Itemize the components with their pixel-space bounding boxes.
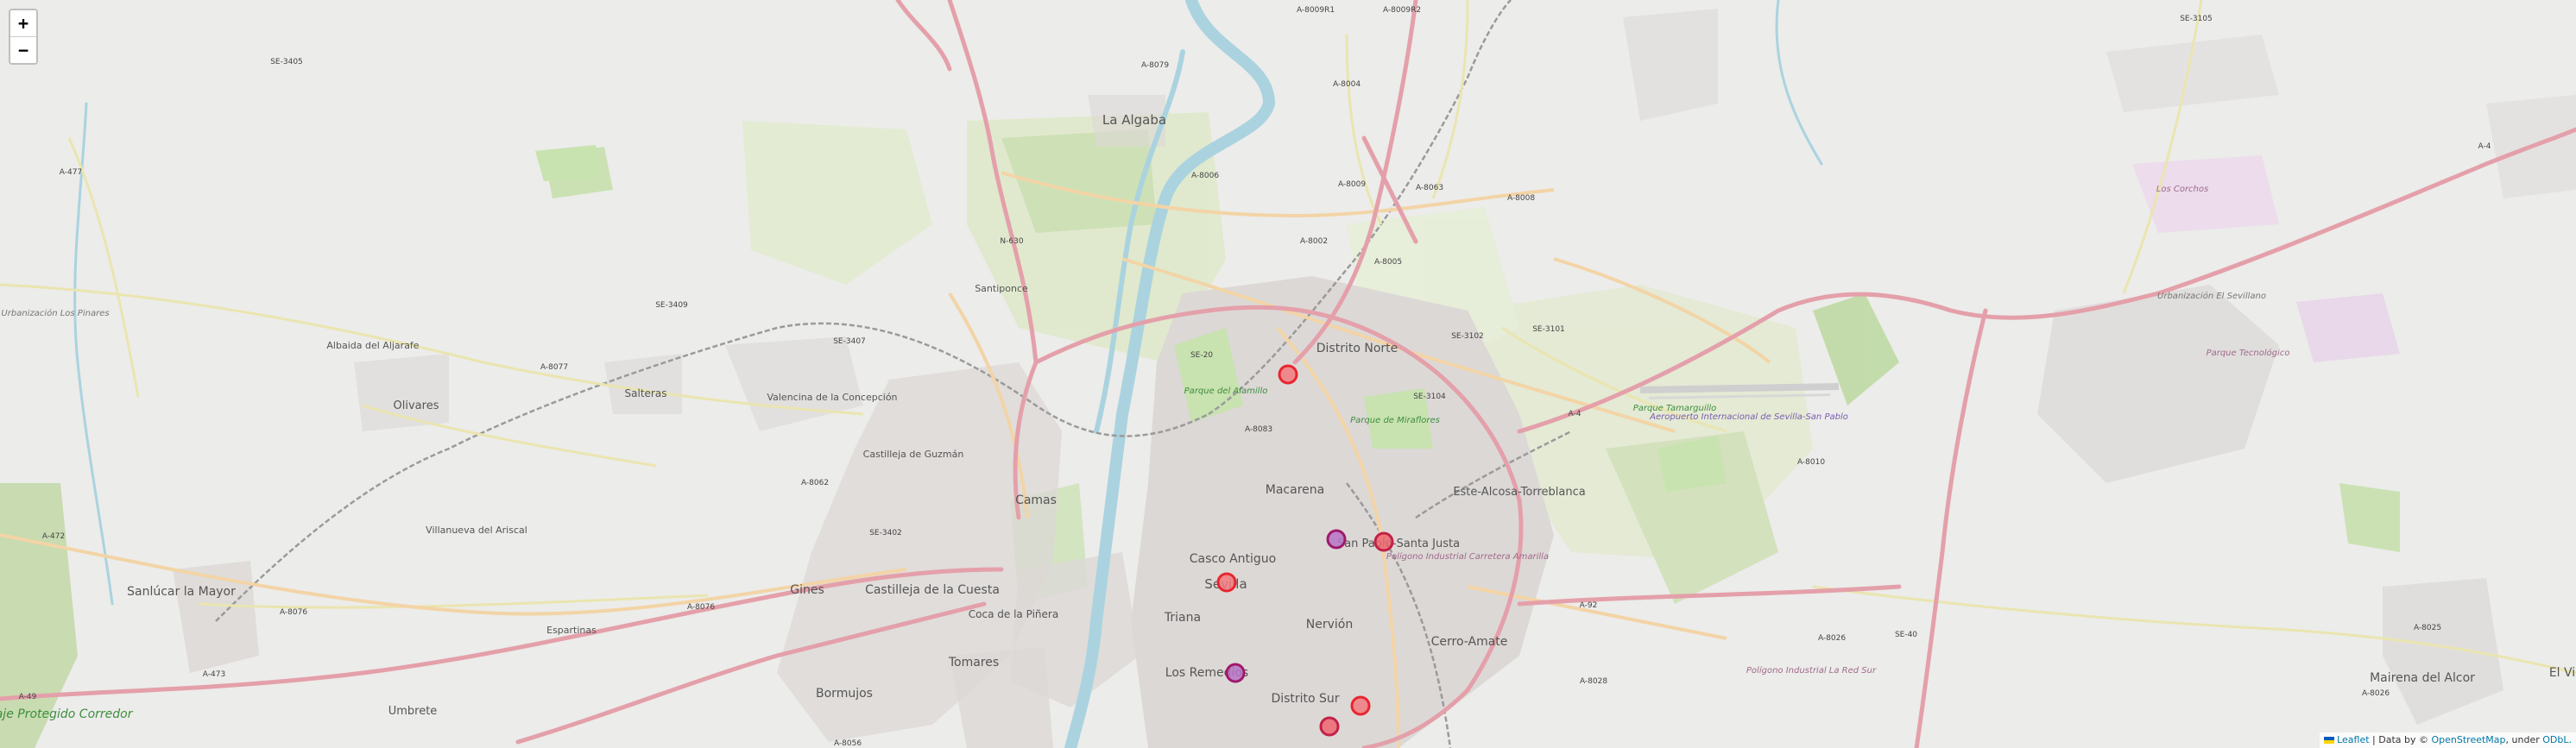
road-label-a49: A-49 xyxy=(19,693,37,701)
place-label-poligono-la-red: Polígono Industrial La Red Sur xyxy=(1746,665,1877,676)
zoom-out-button[interactable]: − xyxy=(10,36,36,63)
road-label-a8063: A-8063 xyxy=(1416,184,1443,192)
place-label-castilleja-cuesta: Castilleja de la Cuesta xyxy=(865,583,1000,597)
map-marker[interactable] xyxy=(1216,572,1237,593)
place-label-camas: Camas xyxy=(1015,493,1057,507)
road-label-a8005: A-8005 xyxy=(1374,258,1402,267)
road-label-a8008: A-8008 xyxy=(1507,194,1535,203)
map-attribution: Leaflet | Data by © OpenStreetMap, under… xyxy=(2320,732,2576,748)
road-label-a8062: A-8062 xyxy=(801,479,829,487)
place-label-nervion: Nervión xyxy=(1306,618,1353,632)
road-label-se3405: SE-3405 xyxy=(270,58,303,66)
road-label-se3407: SE-3407 xyxy=(833,337,866,346)
road-label-a8028: A-8028 xyxy=(1580,677,1607,686)
road-label-a472: A-472 xyxy=(42,532,65,541)
map-marker[interactable] xyxy=(1326,529,1347,550)
road-label-a8083: A-8083 xyxy=(1245,425,1272,434)
place-label-este-alcosa: Este-Alcosa-Torreblanca xyxy=(1453,486,1585,499)
place-label-paisaje: Paisaje Protegido Corredor xyxy=(0,707,134,721)
road-label-a8026: A-8026 xyxy=(1818,634,1846,643)
place-label-salteras: Salteras xyxy=(625,387,667,399)
place-label-gines: Gines xyxy=(790,583,824,597)
attribution-under: , under xyxy=(2505,734,2543,745)
place-label-triana: Triana xyxy=(1164,611,1201,625)
road-label-se3102: SE-3102 xyxy=(1451,332,1484,341)
map-marker[interactable] xyxy=(1319,716,1340,737)
road-label-se3105: SE-3105 xyxy=(2180,15,2213,23)
place-label-umbrete: Umbrete xyxy=(388,705,438,718)
place-label-espartinas: Espartinas xyxy=(546,625,597,636)
leaflet-link[interactable]: Leaflet xyxy=(2337,734,2369,745)
road-label-a8004: A-8004 xyxy=(1333,80,1361,89)
road-label-a8079: A-8079 xyxy=(1141,61,1169,70)
zoom-in-button[interactable]: + xyxy=(10,10,36,36)
attribution-separator: | Data by © xyxy=(2369,734,2432,745)
road-label-a8002: A-8002 xyxy=(1300,237,1328,246)
road-label-se3402: SE-3402 xyxy=(869,529,902,537)
road-label-n630: N-630 xyxy=(1000,237,1023,246)
road-label-a8010: A-8010 xyxy=(1797,458,1825,467)
place-label-poligono-carretera: Polígono Industrial Carretera Amarilla xyxy=(1386,551,1549,562)
road-label-a8009r1: A-8009R1 xyxy=(1297,6,1335,15)
road-label-a4b: A-4 xyxy=(2478,142,2491,151)
place-label-aeropuerto: Aeropuerto Internacional de Sevilla-San … xyxy=(1649,412,1848,422)
road-label-a92: A-92 xyxy=(1580,601,1598,610)
place-label-macarena: Macarena xyxy=(1266,483,1324,497)
place-label-castilleja-guzman: Castilleja de Guzmán xyxy=(863,449,964,460)
road-label-se20: SE-20 xyxy=(1190,351,1213,360)
place-label-santiponce: Santiponce xyxy=(975,283,1028,294)
road-label-se3101: SE-3101 xyxy=(1532,325,1565,334)
road-label-se3409: SE-3409 xyxy=(655,301,688,310)
map-marker[interactable] xyxy=(1225,663,1246,683)
map-marker[interactable] xyxy=(1373,531,1394,552)
place-label-tomares: Tomares xyxy=(948,656,999,669)
road-label-a8026b: A-8026 xyxy=(2362,689,2390,698)
place-label-el-viso: El Vi xyxy=(2549,666,2575,680)
place-label-mairena-alcor: Mairena del Alcor xyxy=(2370,671,2475,685)
road-label-a8076b: A-8076 xyxy=(687,603,715,612)
place-label-los-corchos: Los Corchos xyxy=(2156,185,2208,194)
place-label-parque-miraflores: Parque de Miraflores xyxy=(1350,416,1440,425)
place-label-cerro-amate: Cerro-Amate xyxy=(1431,635,1508,649)
map-marker[interactable] xyxy=(1278,364,1298,385)
odbl-link[interactable]: ODbL. xyxy=(2542,734,2572,745)
place-label-la-algaba: La Algaba xyxy=(1102,112,1166,128)
road-label-a4: A-4 xyxy=(1569,410,1582,418)
road-label-a8056: A-8056 xyxy=(834,739,862,748)
place-label-urb-pinares: Urbanización Los Pinares xyxy=(1,308,109,318)
road-label-a8076: A-8076 xyxy=(280,608,307,617)
place-label-sanlucar: Sanlúcar la Mayor xyxy=(127,585,236,599)
place-label-distrito-norte: Distrito Norte xyxy=(1316,342,1398,355)
place-label-coca-pinera: Coca de la Piñera xyxy=(969,608,1058,620)
place-label-valencina: Valencina de la Concepción xyxy=(767,392,897,403)
road-label-a477: A-477 xyxy=(60,168,82,177)
place-label-urb-sevilla: Urbanización El Sevillano xyxy=(2157,291,2266,301)
openstreetmap-link[interactable]: OpenStreetMap xyxy=(2432,734,2506,745)
road-label-a8009r2: A-8009R2 xyxy=(1383,6,1421,15)
zoom-control: + − xyxy=(9,9,38,65)
ukraine-flag-icon xyxy=(2324,737,2335,744)
place-label-olivares: Olivares xyxy=(394,399,439,412)
place-label-villanueva: Villanueva del Ariscal xyxy=(426,525,527,536)
map-marker[interactable] xyxy=(1350,695,1371,716)
road-label-se3104: SE-3104 xyxy=(1413,393,1446,401)
place-label-parque-tecnologico: Parque Tecnológico xyxy=(2207,348,2290,358)
road-label-a8077: A-8077 xyxy=(540,363,568,372)
place-label-casco-antiguo: Casco Antiguo xyxy=(1190,552,1277,566)
place-label-bormujos: Bormujos xyxy=(816,687,873,701)
road-label-a8025: A-8025 xyxy=(2414,624,2441,632)
road-label-a8006: A-8006 xyxy=(1191,172,1219,180)
road-label-a8009: A-8009 xyxy=(1338,180,1366,189)
place-label-san-pablo: San Pablo-Santa Justa xyxy=(1337,537,1460,550)
place-label-albaida: Albaida del Aljarafe xyxy=(326,340,419,351)
place-label-parque-alamillo: Parque del Alamillo xyxy=(1184,387,1268,396)
map-canvas[interactable]: La Algaba Santiponce Albaida del Aljaraf… xyxy=(0,0,2576,748)
road-label-se40: SE-40 xyxy=(1895,631,1917,639)
place-label-distrito-sur: Distrito Sur xyxy=(1271,692,1339,706)
road-label-a473: A-473 xyxy=(203,670,225,679)
